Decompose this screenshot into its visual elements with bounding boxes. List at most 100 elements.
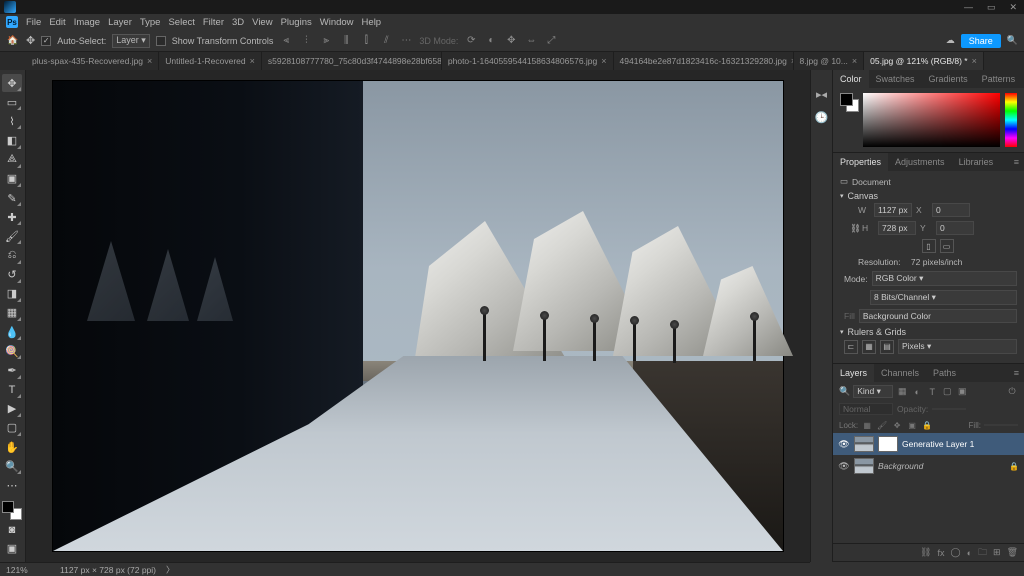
menu-plugins[interactable]: Plugins xyxy=(281,17,312,28)
doc-tab[interactable]: Untitled-1-Recovered× xyxy=(159,52,262,70)
home-button[interactable]: 🏠 xyxy=(6,34,20,48)
link-layers-icon[interactable]: ⛓ xyxy=(920,547,931,558)
align-center-v-icon[interactable]: ⫿ xyxy=(359,34,373,48)
collapsed-panel-icon[interactable]: ▸◂ xyxy=(816,88,827,101)
path-select-tool[interactable]: ▶ xyxy=(2,400,22,418)
color-field[interactable] xyxy=(863,93,1000,147)
blend-mode-select[interactable]: Normal xyxy=(839,403,893,415)
close-tab-icon[interactable]: × xyxy=(147,56,152,66)
filter-adjust-icon[interactable]: ◐ xyxy=(911,386,923,398)
shape-tool[interactable]: ▢ xyxy=(2,419,22,437)
tab-paths[interactable]: Paths xyxy=(926,364,963,382)
layer-thumbnail[interactable] xyxy=(854,436,874,452)
lock-transparency-icon[interactable]: ▦ xyxy=(861,419,873,431)
orientation-portrait[interactable]: ▯ xyxy=(922,239,936,253)
dodge-tool[interactable]: 🍭 xyxy=(2,342,22,360)
filter-pixel-icon[interactable]: ▦ xyxy=(896,386,908,398)
ruler-unit-select[interactable]: Pixels ▾ xyxy=(898,339,1017,354)
align-bottom-icon[interactable]: ⫽ xyxy=(379,34,393,48)
frame-tool[interactable]: ▣ xyxy=(2,170,22,188)
visibility-toggle-icon[interactable]: 👁 xyxy=(838,439,850,450)
document-canvas[interactable] xyxy=(53,81,783,551)
doc-tab[interactable]: 8.jpg @ 10...× xyxy=(794,52,865,70)
eyedropper-tool[interactable]: ✎ xyxy=(2,189,22,207)
height-input[interactable]: 728 px xyxy=(878,221,916,235)
tab-patterns[interactable]: Patterns xyxy=(975,70,1023,88)
visibility-toggle-icon[interactable]: 👁 xyxy=(838,461,850,472)
menu-filter[interactable]: Filter xyxy=(203,17,224,28)
align-left-icon[interactable]: ⫷ xyxy=(279,34,293,48)
window-close-button[interactable]: ✕ xyxy=(1006,2,1020,13)
share-button[interactable]: Share xyxy=(961,34,1001,48)
doc-tab[interactable]: s5928108777780_75c80d3f4744898e28bf65803… xyxy=(262,52,442,70)
window-minimize-button[interactable]: — xyxy=(961,2,976,13)
menu-file[interactable]: File xyxy=(26,17,41,28)
rulers-toggle[interactable]: ⊏ xyxy=(844,340,858,354)
layer-mask-thumbnail[interactable] xyxy=(878,436,898,452)
close-tab-icon[interactable]: × xyxy=(972,56,977,66)
color-mode-select[interactable]: RGB Color ▾ xyxy=(872,271,1017,286)
menu-window[interactable]: Window xyxy=(320,17,354,28)
tab-layers[interactable]: Layers xyxy=(833,364,874,382)
opacity-input[interactable] xyxy=(932,408,966,410)
lock-all-icon[interactable]: 🔒 xyxy=(921,419,933,431)
menu-3d[interactable]: 3D xyxy=(232,17,244,28)
doc-tab-active[interactable]: 05.jpg @ 121% (RGB/8) *× xyxy=(864,52,984,70)
clone-stamp-tool[interactable]: ⎌ xyxy=(2,246,22,264)
align-center-h-icon[interactable]: ⫶ xyxy=(299,34,313,48)
bit-depth-select[interactable]: 8 Bits/Channel ▾ xyxy=(870,290,1017,305)
filter-smart-icon[interactable]: ▣ xyxy=(956,386,968,398)
healing-brush-tool[interactable]: ✚ xyxy=(2,208,22,226)
type-tool[interactable]: T xyxy=(2,381,22,399)
eraser-tool[interactable]: ◨ xyxy=(2,285,22,303)
show-transform-checkbox[interactable] xyxy=(156,36,166,46)
canvas-area[interactable] xyxy=(26,70,810,562)
lock-icon[interactable]: 🔒 xyxy=(1009,462,1019,471)
new-layer-icon[interactable]: ⊞ xyxy=(993,547,1001,558)
zoom-tool[interactable]: 🔍 xyxy=(2,457,22,475)
layer-name[interactable]: Generative Layer 1 xyxy=(902,439,974,449)
layer-filter-select[interactable]: Kind ▾ xyxy=(853,385,893,398)
hand-tool[interactable]: ✋ xyxy=(2,438,22,456)
link-wh-icon[interactable]: ⛓ xyxy=(850,223,858,234)
lasso-tool[interactable]: ⌇ xyxy=(2,112,22,130)
adjustment-layer-icon[interactable]: ◐ xyxy=(967,548,972,558)
lock-artboard-icon[interactable]: ▣ xyxy=(906,419,918,431)
menu-help[interactable]: Help xyxy=(362,17,382,28)
canvas-section[interactable]: Canvas xyxy=(840,191,1017,201)
quick-mask-button[interactable]: ◙ xyxy=(2,521,22,539)
menu-type[interactable]: Type xyxy=(140,17,161,28)
pen-tool[interactable]: ✒ xyxy=(2,361,22,379)
edit-toolbar-button[interactable]: ⋯ xyxy=(2,476,22,494)
history-brush-tool[interactable]: ↺ xyxy=(2,266,22,284)
doc-info-menu-icon[interactable]: 〉 xyxy=(166,564,175,576)
tab-color[interactable]: Color xyxy=(833,70,869,88)
auto-select-mode-select[interactable]: Layer ▾ xyxy=(112,34,150,48)
x-input[interactable]: 0 xyxy=(932,203,970,217)
menu-edit[interactable]: Edit xyxy=(49,17,65,28)
y-input[interactable]: 0 xyxy=(936,221,974,235)
layer-thumbnail[interactable] xyxy=(854,458,874,474)
fill-opacity-input[interactable] xyxy=(984,424,1018,426)
align-right-icon[interactable]: ⫸ xyxy=(319,34,333,48)
move-tool[interactable]: ✥ xyxy=(2,74,22,92)
color-mini-swatches[interactable] xyxy=(840,93,858,147)
tab-gradients[interactable]: Gradients xyxy=(922,70,975,88)
layer-row[interactable]: 👁 Generative Layer 1 xyxy=(833,433,1024,455)
panel-menu-icon[interactable]: ≡ xyxy=(1009,153,1024,171)
doc-tab[interactable]: photo-1-1640559544158634806576.jpg× xyxy=(442,52,614,70)
close-tab-icon[interactable]: × xyxy=(601,56,606,66)
filter-type-icon[interactable]: T xyxy=(926,386,938,398)
window-maximize-button[interactable]: ▭ xyxy=(984,2,999,13)
crop-tool[interactable]: ⟁ xyxy=(2,151,22,169)
delete-layer-icon[interactable]: 🗑 xyxy=(1007,547,1018,558)
menu-layer[interactable]: Layer xyxy=(108,17,132,28)
gradient-tool[interactable]: ▦ xyxy=(2,304,22,322)
auto-select-checkbox[interactable] xyxy=(41,36,51,46)
filter-shape-icon[interactable]: ▢ xyxy=(941,386,953,398)
orientation-landscape[interactable]: ▭ xyxy=(940,239,954,253)
hue-slider[interactable] xyxy=(1005,93,1017,147)
menu-image[interactable]: Image xyxy=(74,17,100,28)
blur-tool[interactable]: 💧 xyxy=(2,323,22,341)
guides-toggle[interactable]: ▤ xyxy=(880,340,894,354)
